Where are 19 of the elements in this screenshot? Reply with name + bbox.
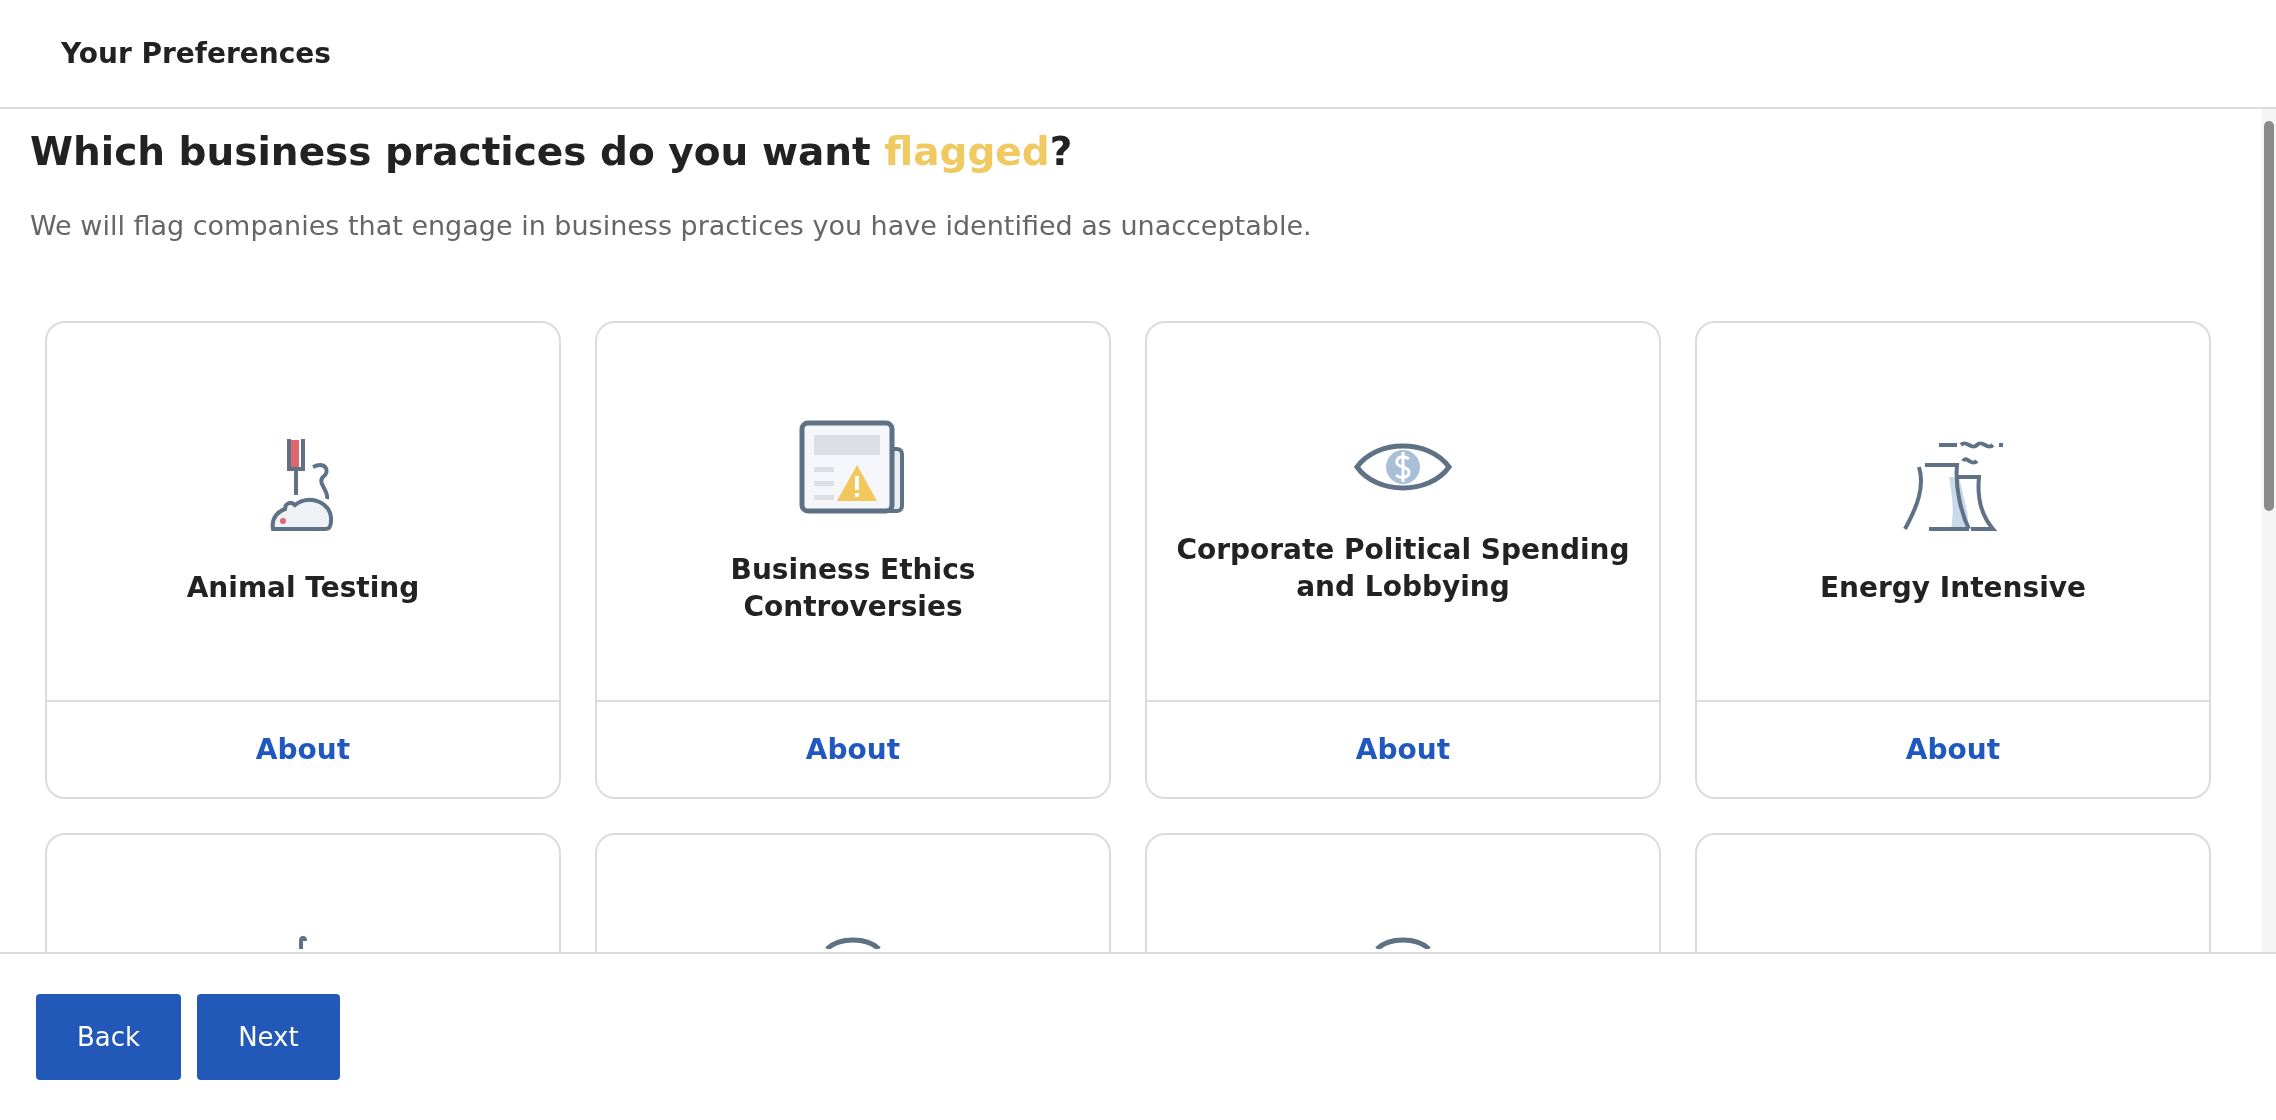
practice-card[interactable]: Corporate Political Spending and Lobbying About — [1145, 321, 1661, 799]
scrollbar[interactable] — [2262, 109, 2276, 952]
practice-card[interactable]: Animal Testing About — [45, 321, 561, 799]
practice-card[interactable]: Energy Intensive About — [1695, 321, 2211, 799]
card-title: Business Ethics Controversies — [729, 551, 977, 625]
about-link[interactable]: About — [1355, 702, 1451, 797]
card-title: Energy Intensive — [1819, 570, 2087, 606]
scrollbar-thumb[interactable] — [2264, 121, 2274, 511]
page-title: Your Preferences — [61, 37, 331, 70]
card-title: Animal Testing — [186, 570, 420, 606]
description-text: We will flag companies that engage in business practices you have identified as unacceptable. — [30, 210, 1313, 241]
card-title: Corporate Political Spending and Lobbying — [1175, 531, 1631, 605]
practice-card[interactable]: Business Ethics Controversies About — [595, 321, 1111, 799]
next-button[interactable]: Next — [197, 994, 340, 1080]
about-link[interactable]: About — [1905, 702, 2001, 797]
back-button[interactable]: Back — [36, 994, 182, 1080]
about-link[interactable]: About — [805, 702, 901, 797]
about-link[interactable]: About — [255, 702, 351, 797]
question-heading: Which business practices do you want flagged? — [30, 129, 1074, 174]
